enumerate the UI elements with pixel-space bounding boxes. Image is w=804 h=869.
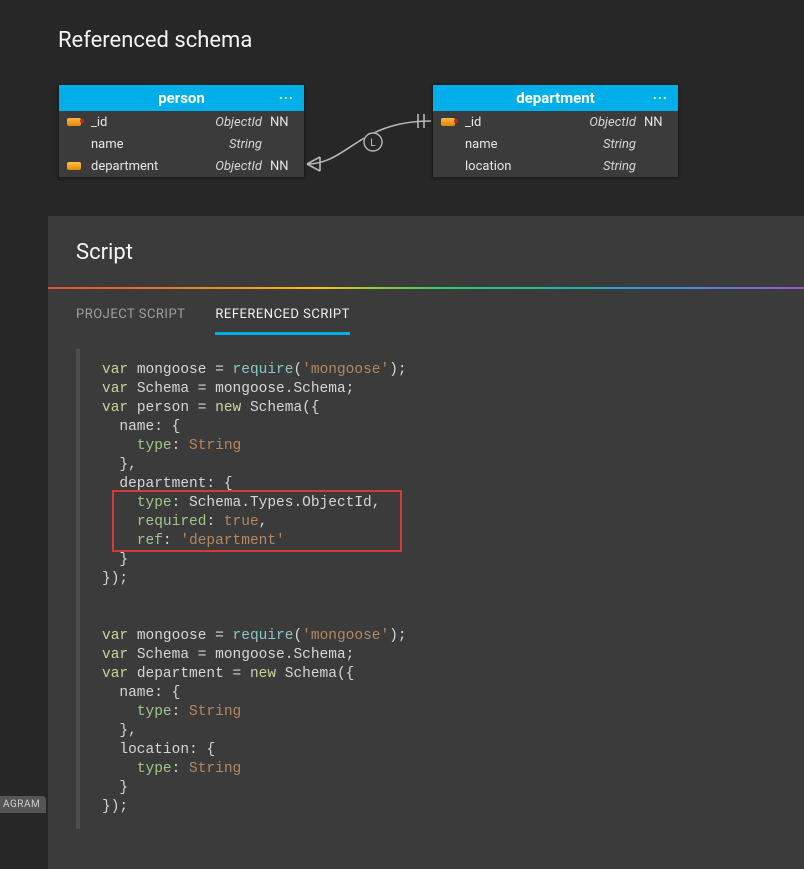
column-type: String xyxy=(574,159,644,174)
column-name: location xyxy=(459,159,574,174)
column-name: _id xyxy=(85,115,200,130)
column-type: String xyxy=(200,137,270,152)
foreign-key-icon xyxy=(63,159,85,174)
column-null: NN xyxy=(644,115,672,130)
table-row[interactable]: _id ObjectId NN xyxy=(59,111,304,133)
column-type: ObjectId xyxy=(200,115,270,130)
column-name: department xyxy=(85,159,200,174)
column-name: name xyxy=(85,137,200,152)
entity-department-header[interactable]: department ... xyxy=(433,85,678,111)
code-content: var mongoose = require('mongoose'); var … xyxy=(102,361,776,817)
column-null: NN xyxy=(270,159,298,174)
script-panel-title: Script xyxy=(48,216,804,287)
ellipsis-icon[interactable]: ... xyxy=(279,87,294,103)
column-name: _id xyxy=(459,115,574,130)
code-block[interactable]: var mongoose = require('mongoose'); var … xyxy=(76,349,776,829)
table-row[interactable]: name String xyxy=(433,133,678,155)
table-row[interactable]: name String xyxy=(59,133,304,155)
entity-person[interactable]: person ... _id ObjectId NN name String d… xyxy=(58,84,305,178)
column-null: NN xyxy=(270,115,298,130)
column-type: ObjectId xyxy=(574,115,644,130)
ellipsis-icon[interactable]: ... xyxy=(653,87,668,103)
tab-referenced-script[interactable]: REFERENCED SCRIPT xyxy=(215,307,349,335)
script-panel: Script PROJECT SCRIPT REFERENCED SCRIPT … xyxy=(48,216,804,869)
primary-key-icon xyxy=(437,115,459,130)
entity-department[interactable]: department ... _id ObjectId NN name Stri… xyxy=(432,84,679,178)
table-row[interactable]: _id ObjectId NN xyxy=(433,111,678,133)
partial-bottom-tab[interactable]: AGRAM xyxy=(0,796,46,813)
column-name: name xyxy=(459,137,574,152)
tab-project-script[interactable]: PROJECT SCRIPT xyxy=(76,307,185,335)
schema-diagram: person ... _id ObjectId NN name String d… xyxy=(58,84,758,204)
svg-text:L: L xyxy=(370,138,376,149)
table-row[interactable]: location String xyxy=(433,155,678,177)
page-title: Referenced schema xyxy=(58,28,252,53)
primary-key-icon xyxy=(63,115,85,130)
column-type: ObjectId xyxy=(200,159,270,174)
entity-department-title: department xyxy=(516,89,595,107)
entity-person-header[interactable]: person ... xyxy=(59,85,304,111)
script-tabs: PROJECT SCRIPT REFERENCED SCRIPT xyxy=(48,289,804,335)
table-row[interactable]: department ObjectId NN xyxy=(59,155,304,177)
entity-person-title: person xyxy=(158,89,205,107)
column-type: String xyxy=(574,137,644,152)
